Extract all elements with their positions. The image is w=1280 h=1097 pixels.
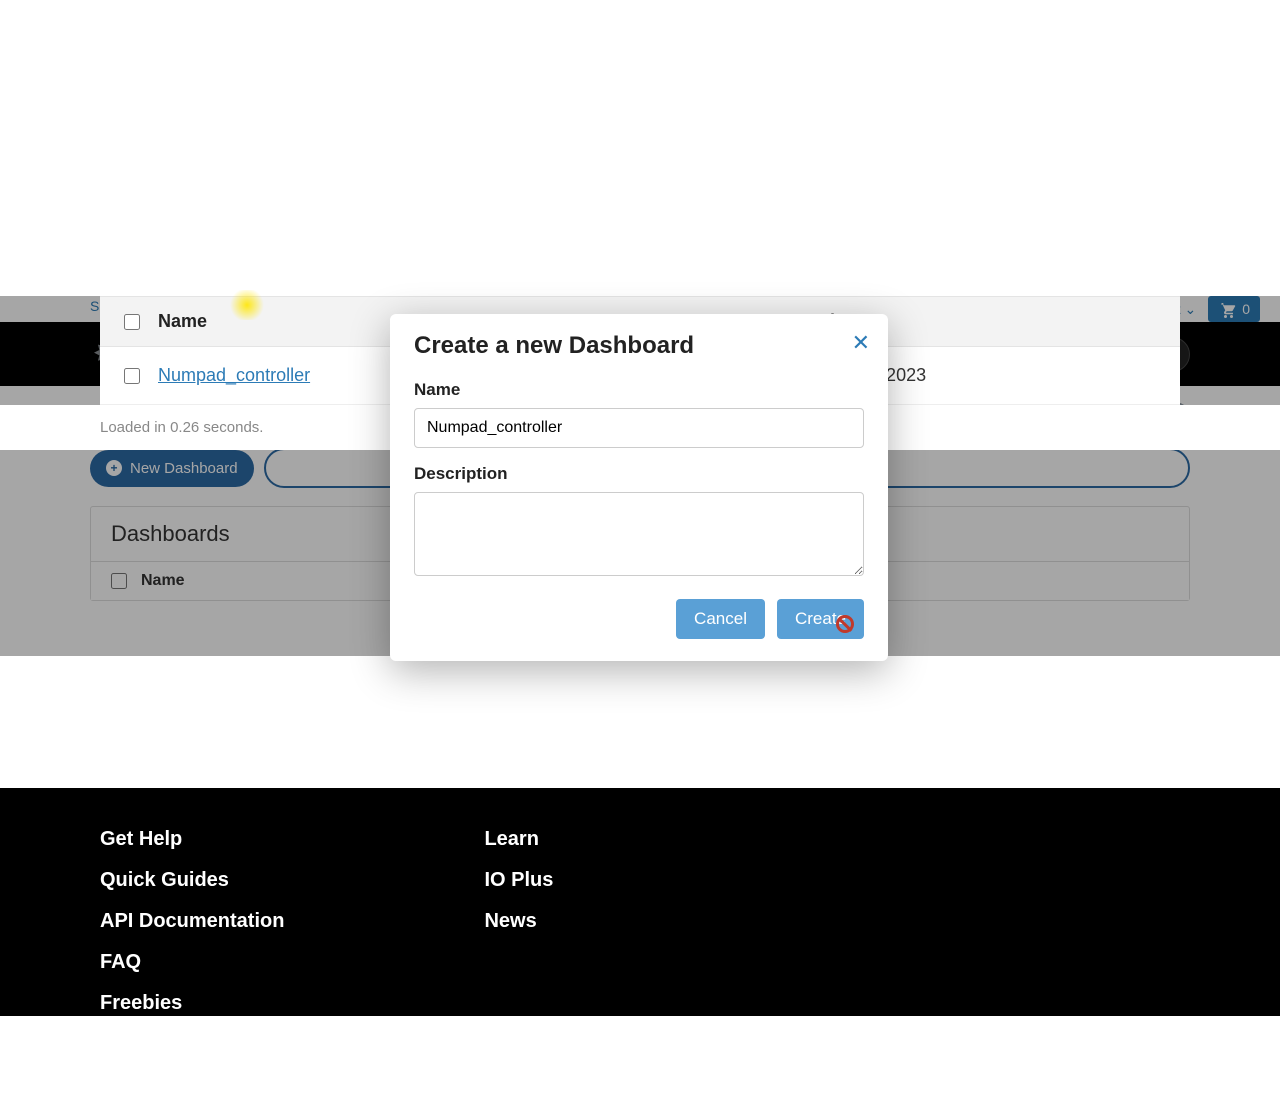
select-all-checkbox[interactable] — [111, 573, 127, 589]
forbidden-cursor-icon — [836, 615, 854, 633]
footer-link[interactable]: FAQ — [100, 951, 284, 974]
footer-link[interactable]: Get Help — [100, 828, 284, 851]
dashboard-link[interactable]: Numpad_controller — [158, 365, 310, 385]
footer-link[interactable]: IO Plus — [484, 869, 553, 892]
footer: Get Help Quick Guides API Documentation … — [0, 788, 1280, 1016]
row-checkbox[interactable] — [124, 368, 140, 384]
description-textarea[interactable] — [414, 492, 864, 576]
footer-link[interactable]: Privacy Policy — [100, 1074, 284, 1097]
cancel-button[interactable]: Cancel — [676, 599, 765, 639]
plus-icon: + — [106, 460, 122, 476]
footer-link[interactable]: API Documentation — [100, 910, 284, 933]
footer-link[interactable]: Quick Guides — [100, 869, 284, 892]
col-name: Name — [141, 572, 185, 590]
close-icon[interactable]: ✕ — [852, 332, 870, 354]
modal-title: Create a new Dashboard — [414, 332, 864, 360]
cart-icon — [1218, 300, 1236, 318]
name-label: Name — [414, 380, 864, 400]
footer-link[interactable]: News — [484, 910, 553, 933]
footer-link[interactable]: Freebies — [100, 992, 284, 1015]
name-input[interactable] — [414, 408, 864, 448]
footer-link[interactable]: Terms of Service — [100, 1033, 284, 1056]
select-all-checkbox[interactable] — [124, 314, 140, 330]
create-button[interactable]: Create — [777, 599, 864, 639]
description-label: Description — [414, 464, 864, 484]
footer-link[interactable]: Learn — [484, 828, 553, 851]
cart-button[interactable]: 0 — [1208, 296, 1260, 322]
chevron-down-icon: ⌄ — [1184, 301, 1196, 317]
cart-count: 0 — [1242, 301, 1250, 317]
new-dashboard-button[interactable]: + New Dashboard — [90, 450, 254, 487]
create-dashboard-modal: ✕ Create a new Dashboard Name Descriptio… — [390, 314, 888, 661]
